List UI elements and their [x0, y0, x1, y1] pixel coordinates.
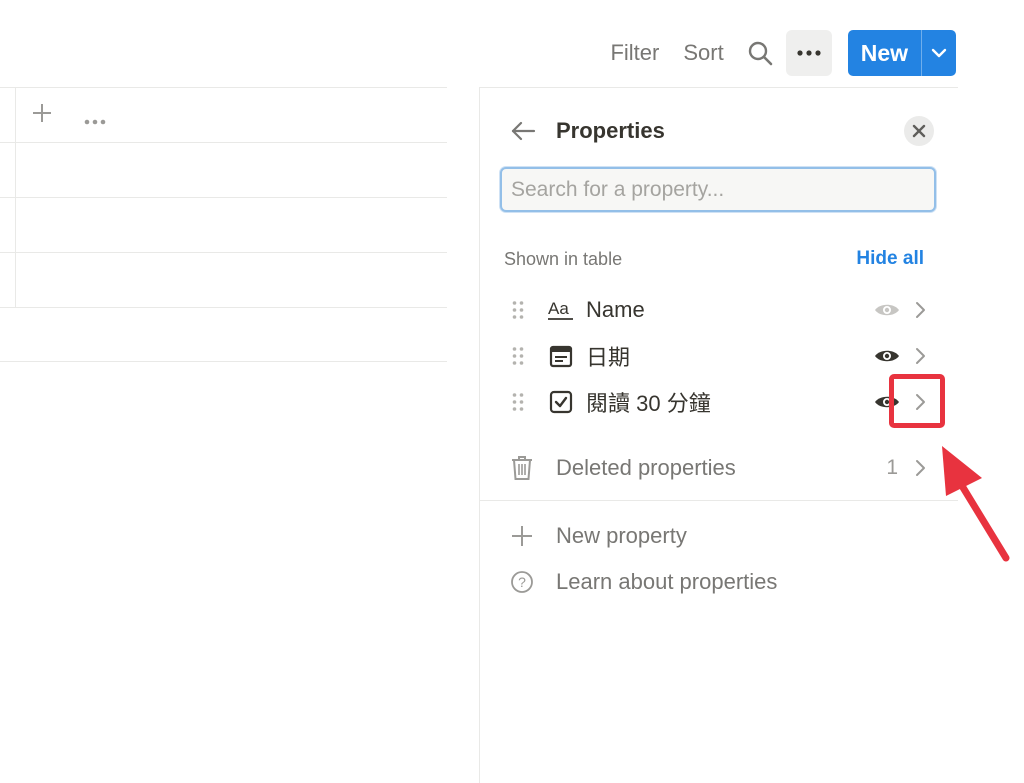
database-table: [0, 87, 447, 362]
add-column-icon[interactable]: [30, 101, 54, 130]
filter-button[interactable]: Filter: [610, 40, 659, 66]
drag-handle-icon[interactable]: [500, 392, 540, 412]
annotation-arrow-icon: [942, 446, 1010, 562]
chevron-right-icon[interactable]: [910, 347, 930, 365]
column-divider: [15, 143, 16, 197]
table-row[interactable]: [0, 253, 447, 308]
calendar-icon: [544, 344, 578, 368]
highlight-box: [889, 374, 945, 428]
new-property-label: New property: [556, 523, 687, 548]
new-button-group: New: [847, 30, 956, 76]
hide-all-button[interactable]: Hide all: [856, 248, 924, 270]
panel-title: Properties: [556, 118, 665, 143]
drag-handle-icon[interactable]: [500, 346, 540, 366]
new-dropdown-button[interactable]: [922, 30, 956, 76]
section-title: Shown in table: [504, 248, 623, 269]
property-search-field: [500, 167, 936, 212]
deleted-count: 1: [886, 456, 898, 479]
chevron-right-icon[interactable]: [910, 301, 930, 319]
table-footer-row: [0, 308, 447, 362]
property-row-name[interactable]: Aa Name: [500, 290, 930, 330]
trash-icon: [500, 455, 544, 481]
close-icon[interactable]: [904, 116, 934, 146]
shown-section-header: Shown in table Hide all: [504, 248, 924, 270]
table-row[interactable]: [0, 143, 447, 198]
eye-icon[interactable]: [872, 302, 902, 318]
property-name: Name: [586, 297, 645, 322]
checkbox-icon: [544, 390, 578, 414]
table-row[interactable]: [0, 198, 447, 253]
column-divider: [15, 88, 16, 142]
svg-text:Aa: Aa: [548, 299, 569, 318]
properties-panel: Properties Shown in table Hide all Aa Na…: [479, 87, 958, 783]
back-arrow-icon[interactable]: [510, 118, 536, 144]
property-row-reading[interactable]: 閱讀 30 分鐘: [500, 382, 930, 422]
property-row-date[interactable]: 日期: [500, 336, 930, 376]
learn-properties-link[interactable]: ? Learn about properties: [500, 562, 930, 602]
more-options-button[interactable]: [785, 30, 832, 76]
sort-button[interactable]: Sort: [683, 40, 723, 66]
eye-icon[interactable]: [872, 348, 902, 364]
panel-divider: [480, 500, 958, 501]
drag-handle-icon[interactable]: [500, 300, 540, 320]
more-dots-icon: [797, 50, 821, 56]
deleted-properties-row[interactable]: Deleted properties 1: [500, 448, 930, 488]
panel-header: Properties: [510, 116, 934, 146]
plus-icon: [500, 524, 544, 548]
property-name: 閱讀 30 分鐘: [586, 391, 711, 416]
svg-text:?: ?: [518, 574, 526, 590]
help-icon: ?: [500, 570, 544, 594]
new-property-button[interactable]: New property: [500, 516, 930, 556]
property-search-input[interactable]: [502, 169, 934, 210]
column-more-icon[interactable]: [84, 112, 106, 130]
text-type-icon: Aa: [544, 299, 578, 321]
column-divider: [15, 198, 16, 252]
search-icon[interactable]: [746, 39, 774, 67]
new-button[interactable]: New: [848, 30, 921, 76]
table-header-row: [0, 87, 447, 143]
chevron-down-icon: [931, 48, 947, 58]
view-toolbar: Filter Sort New: [610, 30, 956, 76]
column-divider: [15, 253, 16, 307]
deleted-properties-label: Deleted properties: [556, 455, 736, 480]
learn-properties-label: Learn about properties: [556, 569, 778, 594]
chevron-right-icon[interactable]: [910, 459, 930, 477]
property-name: 日期: [586, 345, 631, 370]
